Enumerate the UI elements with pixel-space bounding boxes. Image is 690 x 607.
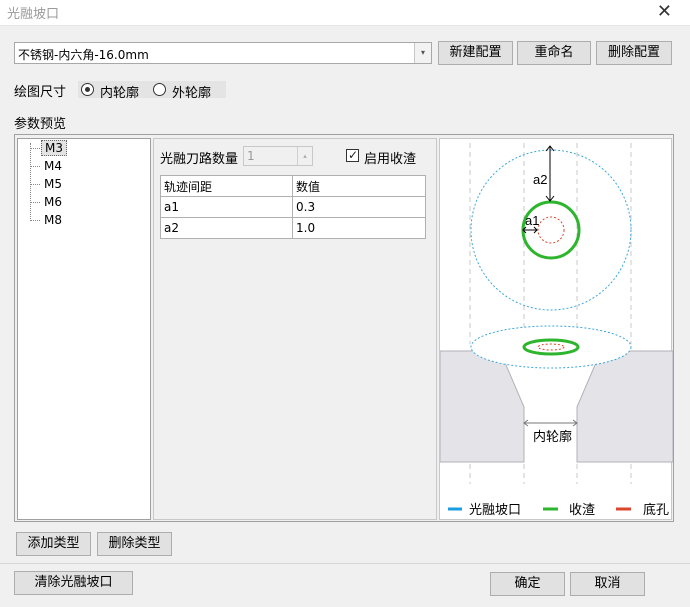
- radio-inner-profile-label: 内轮廓: [100, 86, 140, 101]
- table-cell-name: a2: [160, 217, 293, 239]
- enable-slag-label: 启用收渣: [364, 152, 417, 167]
- path-count-spinbox: 1 ▴: [243, 146, 313, 166]
- tree-item-label: M6: [44, 195, 62, 209]
- spacing-table: 轨迹间距 数值 a1 0.3 a2 1.0: [160, 175, 426, 239]
- config-select-value: 不锈钢-内六角-16.0mm: [18, 48, 149, 62]
- tree-item-label: M3: [41, 140, 67, 156]
- column-header-spacing: 轨迹间距: [160, 175, 293, 197]
- path-count-label: 光融刀路数量: [160, 152, 239, 167]
- cancel-button[interactable]: 取消: [570, 572, 645, 596]
- draw-size-label: 绘图尺寸: [14, 85, 67, 100]
- table-cell-value[interactable]: 0.3: [292, 196, 426, 218]
- radio-unchecked-icon: [153, 83, 166, 96]
- path-count-value: 1: [247, 149, 255, 163]
- outer-bevel-circle: [470, 149, 632, 311]
- a2-label: a2: [533, 172, 547, 187]
- tree-item-label: M8: [44, 213, 62, 227]
- footer-divider: [0, 563, 690, 564]
- radio-outer-profile-label: 外轮廓: [172, 86, 212, 101]
- window-title: 光融坡口: [7, 7, 60, 22]
- config-select[interactable]: 不锈钢-内六角-16.0mm ▾: [14, 42, 432, 64]
- tree-item-label: M5: [44, 177, 62, 191]
- tree-connector: [30, 143, 31, 221]
- new-config-button[interactable]: 新建配置: [438, 41, 513, 65]
- legend-bevel: 光融坡口: [469, 502, 521, 517]
- rename-button[interactable]: 重命名: [517, 41, 591, 65]
- legend-hole: 底孔: [643, 502, 669, 517]
- bottom-hole-circle: [537, 216, 565, 244]
- draw-size-radio-group: 内轮廓 外轮廓: [78, 81, 226, 101]
- profile-preview: a2 a1 内轮廓 光融坡口 收渣 底孔: [439, 138, 673, 520]
- delete-config-button[interactable]: 删除配置: [596, 41, 672, 65]
- title-bar: 光融坡口 ✕: [0, 0, 690, 26]
- radio-checked-icon: [81, 83, 94, 96]
- column-header-value: 数值: [292, 175, 426, 197]
- ok-button[interactable]: 确定: [490, 572, 565, 596]
- close-icon[interactable]: ✕: [657, 1, 672, 22]
- enable-slag-checkbox[interactable]: ✓: [346, 148, 359, 162]
- table-cell-value[interactable]: 1.0: [292, 217, 426, 239]
- clear-bevel-button[interactable]: 清除光融坡口: [14, 571, 133, 595]
- table-header-row: 轨迹间距 数值: [160, 175, 426, 197]
- workpiece-left: [440, 350, 525, 463]
- a1-label: a1: [525, 213, 539, 228]
- tree-item-label: M4: [44, 159, 62, 173]
- checkmark-icon: ✓: [348, 148, 359, 162]
- inner-profile-label: 内轮廓: [533, 429, 572, 444]
- table-row: a1 0.3: [160, 196, 426, 218]
- table-cell-name: a1: [160, 196, 293, 218]
- table-row: a2 1.0: [160, 217, 426, 239]
- profile-diagram: a2 a1 内轮廓 光融坡口 收渣 底孔: [440, 143, 673, 517]
- add-type-button[interactable]: 添加类型: [16, 532, 91, 556]
- workpiece-right: [576, 350, 673, 463]
- type-tree: M3 M4 M5 M6 M8: [17, 138, 151, 520]
- bevel-ellipse: [470, 325, 632, 369]
- delete-type-button[interactable]: 删除类型: [97, 532, 172, 556]
- param-preview-label: 参数预览: [14, 117, 67, 132]
- spin-arrow-icon: ▴: [297, 147, 312, 165]
- legend-slag: 收渣: [569, 502, 595, 517]
- chevron-down-icon[interactable]: ▾: [414, 43, 431, 63]
